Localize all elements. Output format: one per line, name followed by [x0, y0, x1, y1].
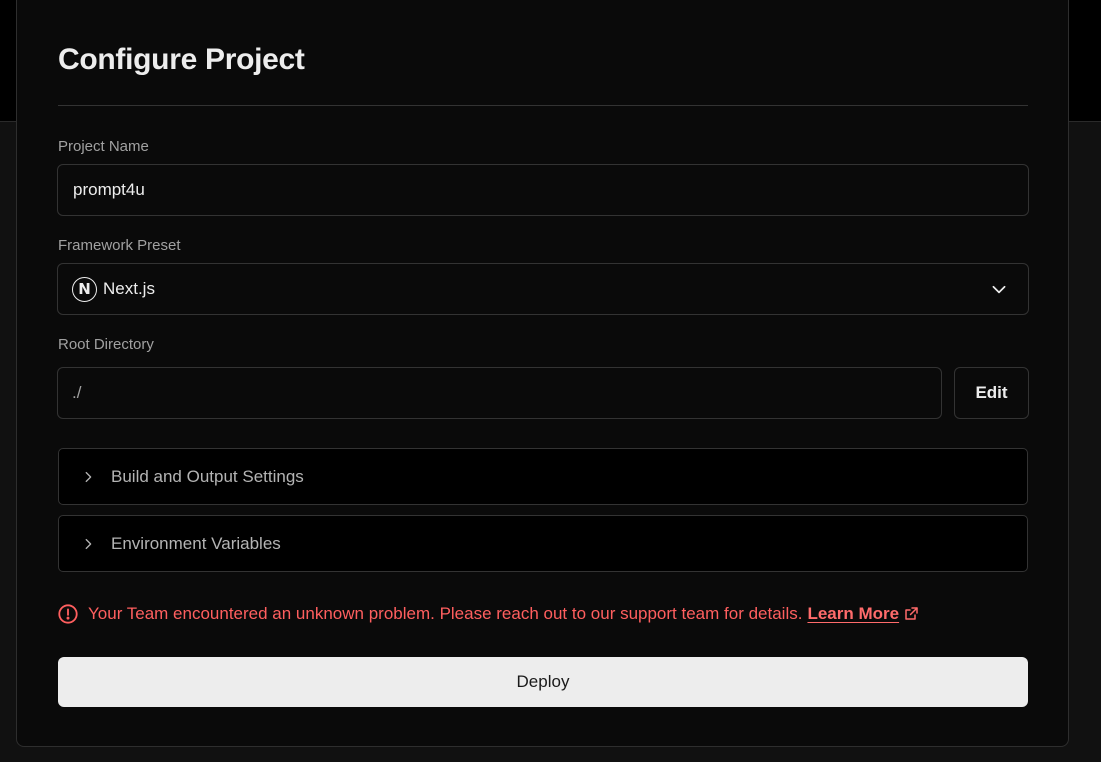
deploy-button[interactable]: Deploy — [58, 657, 1028, 707]
edit-root-directory-button[interactable]: Edit — [954, 367, 1029, 419]
page-title: Configure Project — [58, 43, 305, 76]
learn-more-link[interactable]: Learn More — [807, 604, 919, 624]
root-directory-value: ./ — [72, 383, 82, 402]
error-text: Your Team encountered an unknown problem… — [88, 604, 803, 623]
chevron-right-icon — [85, 471, 92, 482]
framework-preset-select[interactable]: N Next.js — [57, 263, 1029, 315]
build-output-settings-section[interactable]: Build and Output Settings — [58, 448, 1028, 505]
root-directory-label: Root Directory — [58, 336, 154, 353]
error-message: Your Team encountered an unknown problem… — [57, 603, 919, 625]
project-name-input[interactable]: prompt4u — [57, 164, 1029, 216]
build-output-settings-label: Build and Output Settings — [111, 466, 304, 486]
project-name-value: prompt4u — [73, 180, 145, 199]
environment-variables-label: Environment Variables — [111, 533, 281, 553]
framework-preset-value: Next.js — [103, 279, 155, 298]
title-divider — [58, 105, 1028, 106]
root-directory-input[interactable]: ./ — [57, 367, 942, 419]
chevron-down-icon — [992, 285, 1006, 294]
framework-preset-label: Framework Preset — [58, 237, 181, 254]
configure-project-card: Configure Project Project Name prompt4u … — [16, 0, 1069, 747]
learn-more-label: Learn More — [807, 604, 900, 623]
external-link-icon — [905, 607, 918, 620]
chevron-right-icon — [85, 538, 92, 549]
environment-variables-section[interactable]: Environment Variables — [58, 515, 1028, 572]
alert-circle-icon — [58, 604, 78, 624]
project-name-label: Project Name — [58, 138, 149, 155]
nextjs-logo-icon: N — [72, 276, 97, 302]
